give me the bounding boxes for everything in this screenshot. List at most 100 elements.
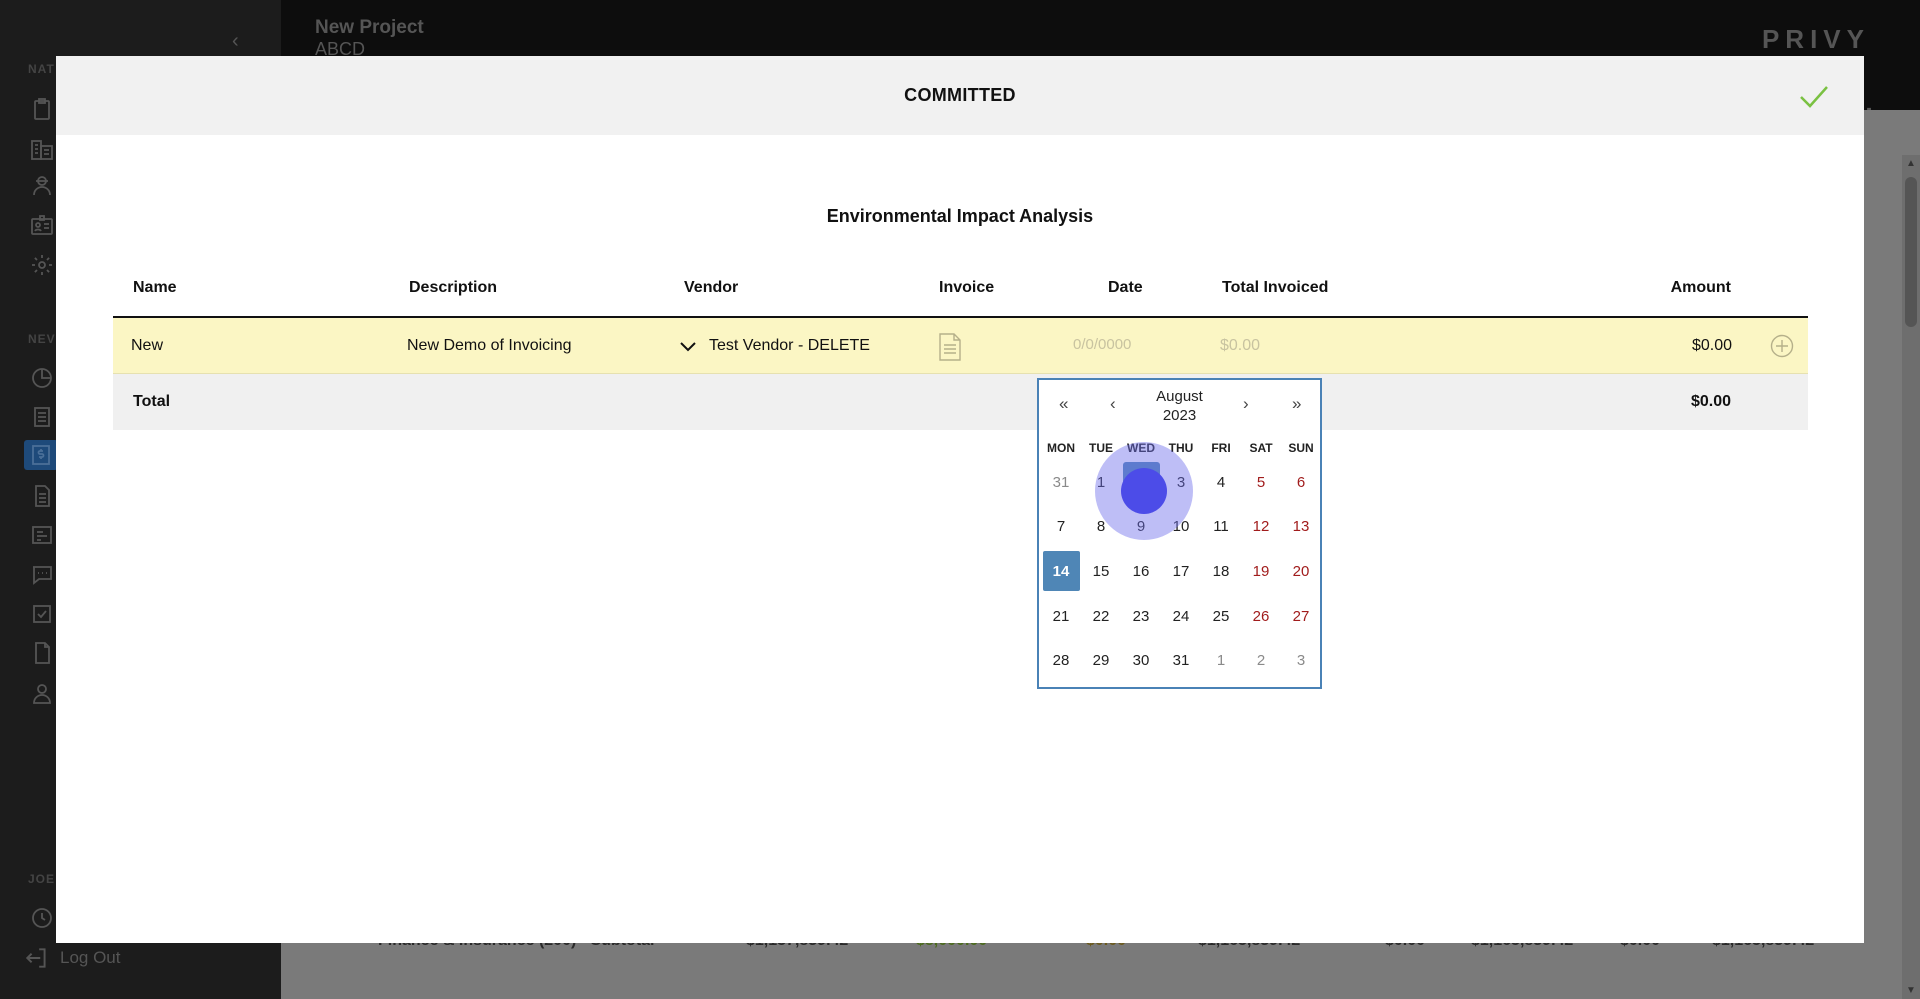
day-cell[interactable]: 30 — [1121, 638, 1161, 683]
day-cell[interactable]: 31 — [1161, 638, 1201, 683]
day-cell[interactable]: 24 — [1161, 594, 1201, 639]
table-header: Name Description Vendor Invoice Date Tot… — [113, 262, 1808, 318]
table-row: New New Demo of Invoicing Test Vendor - … — [113, 318, 1808, 374]
datepicker-month-year[interactable]: August 2023 — [1039, 387, 1320, 425]
day-label: 20 — [1292, 562, 1310, 580]
day-cell[interactable]: 12 — [1241, 505, 1281, 550]
datepicker-month: August — [1156, 388, 1203, 405]
weekday-label: FRI — [1211, 441, 1231, 455]
day-label: 28 — [1052, 652, 1070, 670]
vendor-dropdown-chevron-icon[interactable] — [679, 339, 697, 353]
day-cell[interactable]: 13 — [1281, 505, 1321, 550]
row-vendor[interactable]: Test Vendor - DELETE — [709, 337, 870, 355]
logout-icon — [25, 948, 46, 968]
row-description[interactable]: New Demo of Invoicing — [407, 337, 572, 355]
column-header-amount: Amount — [1670, 279, 1731, 296]
column-header-name: Name — [133, 279, 177, 296]
day-cell[interactable]: 2 — [1241, 638, 1281, 683]
day-label: 16 — [1132, 562, 1150, 580]
day-label: 1 — [1216, 652, 1226, 670]
day-cell[interactable]: 4 — [1201, 460, 1241, 505]
scroll-down-icon[interactable]: ▼ — [1906, 985, 1916, 996]
worker-icon[interactable] — [30, 173, 54, 197]
day-cell[interactable]: 31 — [1041, 460, 1081, 505]
checklist-icon[interactable] — [30, 602, 54, 626]
row-amount[interactable]: $0.00 — [1692, 337, 1732, 355]
day-label: 18 — [1212, 562, 1230, 580]
day-cell[interactable]: 18 — [1201, 549, 1241, 594]
pie-chart-icon[interactable] — [30, 366, 54, 390]
buildings-icon[interactable] — [30, 137, 54, 161]
day-label: 31 — [1052, 473, 1070, 491]
day-label: 30 — [1132, 652, 1150, 670]
day-cell[interactable]: 22 — [1081, 594, 1121, 639]
brand-logo: PRIVY — [1761, 24, 1870, 54]
day-label: 19 — [1252, 562, 1270, 580]
clock-icon[interactable] — [30, 906, 54, 930]
day-cell[interactable]: 7 — [1041, 505, 1081, 550]
day-label: 25 — [1212, 607, 1230, 625]
day-cell[interactable]: 17 — [1161, 549, 1201, 594]
weekday-label: SAT — [1249, 441, 1273, 455]
day-cell[interactable]: 11 — [1201, 505, 1241, 550]
gear-icon[interactable] — [30, 253, 54, 277]
day-label: 27 — [1292, 607, 1310, 625]
day-label: 21 — [1052, 607, 1070, 625]
datepicker-year: 2023 — [1162, 407, 1197, 424]
scroll-up-icon[interactable]: ▲ — [1906, 158, 1916, 169]
day-label: 23 — [1132, 607, 1150, 625]
page-icon[interactable] — [30, 641, 54, 665]
row-name[interactable]: New — [131, 337, 163, 355]
day-cell[interactable]: 28 — [1041, 638, 1081, 683]
day-cell[interactable]: 27 — [1281, 594, 1321, 639]
logout-label: Log Out — [60, 948, 121, 967]
committed-modal: COMMITTED Environmental Impact Analysis … — [56, 56, 1864, 943]
day-label: 29 — [1092, 652, 1110, 670]
list-icon[interactable] — [30, 523, 54, 547]
column-header-vendor: Vendor — [684, 279, 739, 296]
collapse-sidebar-icon[interactable]: ‹ — [232, 30, 239, 53]
day-label: 14 — [1042, 551, 1080, 592]
day-cell[interactable]: 20 — [1281, 549, 1321, 594]
document-icon[interactable] — [30, 405, 54, 429]
add-row-plus-icon[interactable] — [1770, 334, 1794, 358]
day-cell[interactable]: 14 — [1041, 549, 1081, 594]
day-cell[interactable]: 26 — [1241, 594, 1281, 639]
scrollbar-thumb[interactable] — [1905, 177, 1917, 327]
day-cell[interactable]: 23 — [1121, 594, 1161, 639]
logout-button[interactable]: Log Out — [24, 945, 121, 971]
next-month-button[interactable]: › — [1243, 394, 1249, 414]
clipboard-icon[interactable] — [30, 97, 54, 121]
date-input[interactable]: 0/0/0000 — [1073, 336, 1131, 353]
day-cell[interactable]: 25 — [1201, 594, 1241, 639]
day-label: 2 — [1256, 652, 1266, 670]
dollar-icon[interactable] — [24, 440, 58, 470]
scrollbar[interactable]: ▲ ▼ — [1902, 155, 1920, 999]
weekday-header: MON TUE WED THU FRI SAT SUN — [1041, 441, 1320, 455]
user-icon[interactable] — [30, 681, 54, 705]
id-card-icon[interactable] — [30, 213, 54, 237]
day-cell[interactable]: 5 — [1241, 460, 1281, 505]
day-cell[interactable]: 16 — [1121, 549, 1161, 594]
file-icon[interactable] — [30, 484, 54, 508]
day-cell[interactable]: 21 — [1041, 594, 1081, 639]
committed-table: Name Description Vendor Invoice Date Tot… — [113, 262, 1808, 430]
sidebar-section-label: JOE — [28, 872, 56, 886]
day-cell[interactable]: 3 — [1281, 638, 1321, 683]
project-name: New Project — [315, 17, 424, 38]
modal-header: COMMITTED — [56, 56, 1864, 135]
next-year-button[interactable]: » — [1292, 394, 1301, 414]
invoice-document-icon[interactable] — [938, 333, 962, 361]
day-cell[interactable]: 29 — [1081, 638, 1121, 683]
chat-icon[interactable] — [30, 563, 54, 587]
day-label: 7 — [1056, 518, 1066, 536]
modal-title: COMMITTED — [904, 85, 1016, 105]
day-cell[interactable]: 1 — [1201, 638, 1241, 683]
day-cell[interactable]: 6 — [1281, 460, 1321, 505]
sidebar-section-label: NAT — [28, 62, 55, 76]
day-cell[interactable]: 19 — [1241, 549, 1281, 594]
confirm-check-icon[interactable] — [1798, 80, 1830, 112]
day-label: 8 — [1096, 518, 1106, 536]
day-label: 24 — [1172, 607, 1190, 625]
day-cell[interactable]: 15 — [1081, 549, 1121, 594]
